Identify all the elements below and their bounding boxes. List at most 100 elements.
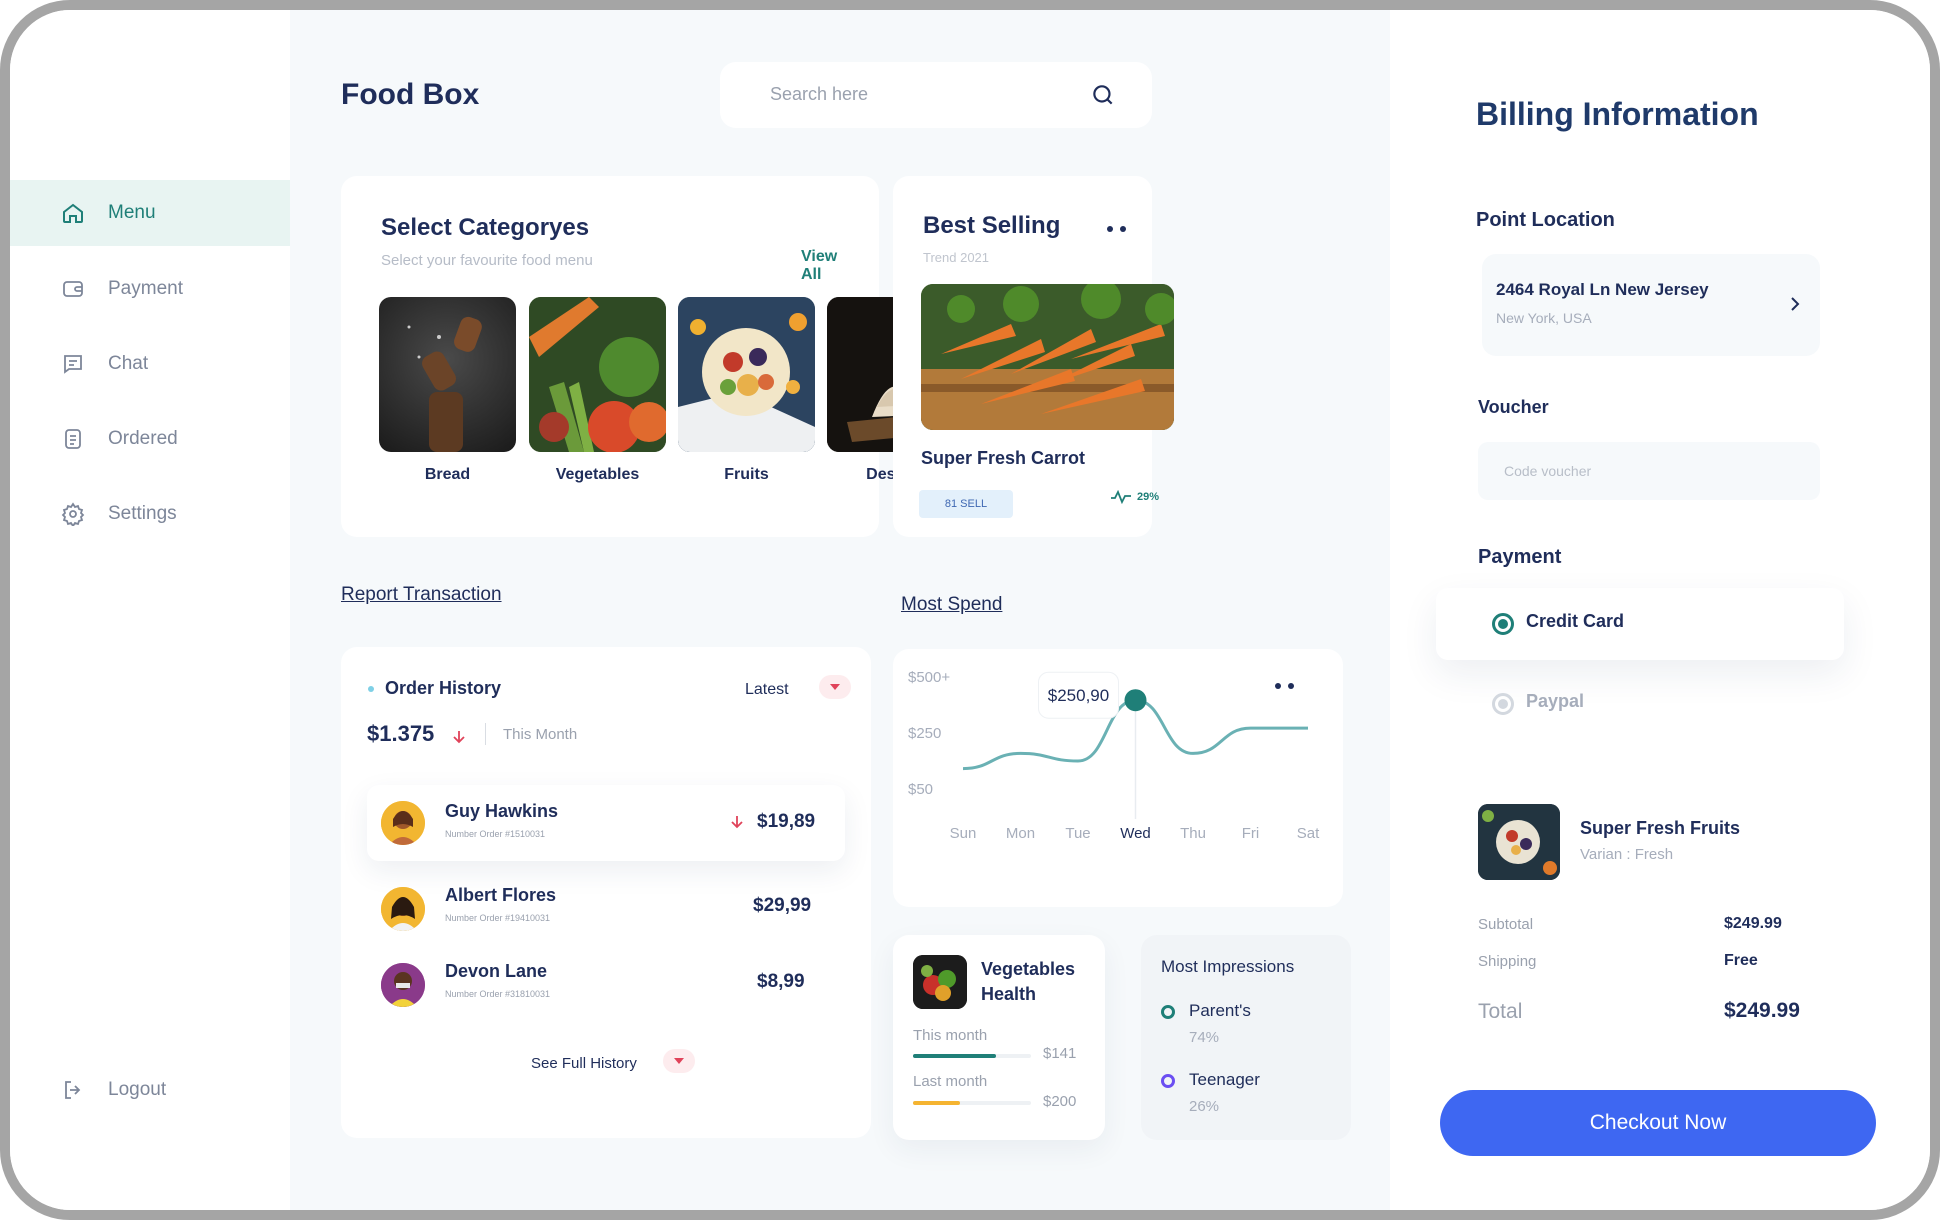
this-month-value: $141 [1043,1045,1077,1062]
table-row[interactable]: Albert Flores Number Order #19410031 $29… [367,871,845,941]
arrow-down-icon [731,816,743,829]
last-month-value: $200 [1043,1093,1077,1110]
payment-option-paypal[interactable]: Paypal [1436,672,1844,738]
page-title: Food Box [341,78,480,111]
total-label: Total [1478,1000,1523,1023]
more-options-icon[interactable] [1273,677,1299,689]
category-label: Bread [424,466,471,483]
search-input[interactable]: Search here [770,84,868,105]
last-month-progress [913,1101,1031,1105]
order-history-title: Order History [385,678,502,698]
subtotal-label: Subtotal [1478,916,1534,933]
impressions-title: Most Impressions [1161,957,1295,976]
vegetables-health-card: Vegetables Health This month $141 Last m… [893,935,1105,1140]
order-name: Devon Lane [445,961,548,981]
categories-subtitle: Select your favourite food menu [381,252,593,269]
impression-value: 74% [1189,1029,1220,1046]
home-icon [60,200,86,226]
product-name: Super Fresh Fruits [1580,818,1741,838]
sidebar: Menu Payment Chat Ordered Settings Logou… [10,10,290,1210]
most-impressions-card: Most Impressions Parent's 74% Teenager 2… [1141,935,1351,1140]
categories-card: Select Categoryes Select your favourite … [341,176,964,537]
view-all-link[interactable]: View All [801,248,841,284]
highlight-point [1124,689,1147,712]
voucher-placeholder: Code voucher [1504,463,1592,479]
order-name: Albert Flores [445,885,557,905]
category-vegetables[interactable] [529,297,666,452]
logout-button[interactable]: Logout [10,1057,290,1123]
x-tick-label: Sun [950,825,977,842]
category-label: Vegetables [555,466,640,483]
more-options-icon[interactable] [1105,220,1131,232]
table-row[interactable]: Guy Hawkins Number Order #1510031 $19,89 [367,785,845,861]
vegetables-image [529,297,666,452]
address-line1: 2464 Royal Ln New Jersey [1496,280,1709,299]
carrot-image [921,284,1174,430]
best-selling-title: Best Selling [923,212,1061,239]
report-transaction-link[interactable]: Report Transaction [341,584,502,606]
filter-select[interactable]: Latest [745,681,789,699]
value-tooltip-text: $250,90 [1048,686,1109,705]
voucher-label: Voucher [1478,397,1549,417]
payment-option-credit-card[interactable]: Credit Card [1436,588,1844,660]
main-content: Food Box Search here Select Categoryes S… [290,10,1390,1210]
app-frame: Menu Payment Chat Ordered Settings Logou… [0,0,1940,1220]
last-month-progress-fill [913,1101,961,1105]
legend-dot [1161,1005,1175,1019]
arrow-down-icon [453,731,465,744]
gear-icon [60,501,86,527]
sidebar-item-payment[interactable]: Payment [10,256,290,322]
pulse-icon [1111,490,1131,504]
vegetables-thumbnail [913,955,967,1009]
fruits-image [678,297,815,452]
divider [485,723,486,745]
total-value: $249.99 [1724,999,1800,1022]
sidebar-item-chat[interactable]: Chat [10,331,290,397]
this-month-label: This month [913,1027,988,1044]
order-number: Number Order #31810031 [445,989,551,999]
filter-dropdown-icon[interactable] [819,675,851,699]
chevron-down-icon[interactable] [663,1049,695,1073]
best-selling-subtitle: Trend 2021 [923,250,990,265]
avatar [381,801,425,845]
veg-health-title-line2: Health [981,984,1037,1004]
payment-label: Payment [1478,546,1562,568]
search-icon[interactable] [1090,82,1116,108]
shipping-value: Free [1724,952,1758,969]
avatar [381,887,425,931]
order-amount: $8,99 [757,971,805,992]
radio-selected[interactable] [1492,613,1514,635]
sidebar-item-ordered[interactable]: Ordered [10,406,290,472]
category-label: Fruits [724,466,769,483]
payment-method-label: Paypal [1526,691,1585,711]
most-spend-link[interactable]: Most Spend [901,594,1002,616]
search-bar[interactable]: Search here [720,62,1152,128]
sidebar-item-settings[interactable]: Settings [10,481,290,547]
x-tick-label: Mon [1006,825,1035,842]
impression-label: Parent's [1189,1001,1251,1020]
billing-panel: Billing Information Point Location 2464 … [1390,10,1930,1210]
veg-health-title: Vegetables [981,959,1076,979]
categories-title: Select Categoryes [381,214,590,241]
see-full-history-link[interactable]: See Full History [531,1055,637,1072]
voucher-input[interactable]: Code voucher [1478,442,1820,500]
logout-icon [60,1077,86,1103]
table-row[interactable]: Devon Lane Number Order #31810031 $8,99 [367,947,845,1017]
category-bread[interactable] [379,297,516,452]
checkout-button[interactable]: Checkout Now [1440,1090,1876,1156]
sidebar-item-label: Ordered [108,428,178,449]
sidebar-item-menu[interactable]: Menu [10,180,290,246]
address-line2: New York, USA [1496,310,1592,326]
product-thumbnail [1478,804,1560,880]
x-tick-label: Sat [1297,825,1320,842]
billing-title: Billing Information [1476,96,1759,132]
shipping-label: Shipping [1478,953,1537,970]
chat-icon [60,351,86,377]
x-tick-label: Tue [1065,825,1090,842]
address-selector[interactable]: 2464 Royal Ln New Jersey New York, USA [1482,254,1820,356]
y-tick-label: $250 [908,725,941,742]
category-fruits[interactable] [678,297,815,452]
chevron-right-icon [1791,297,1800,311]
order-amount: $29,99 [753,895,812,916]
radio-unselected[interactable] [1492,693,1514,715]
